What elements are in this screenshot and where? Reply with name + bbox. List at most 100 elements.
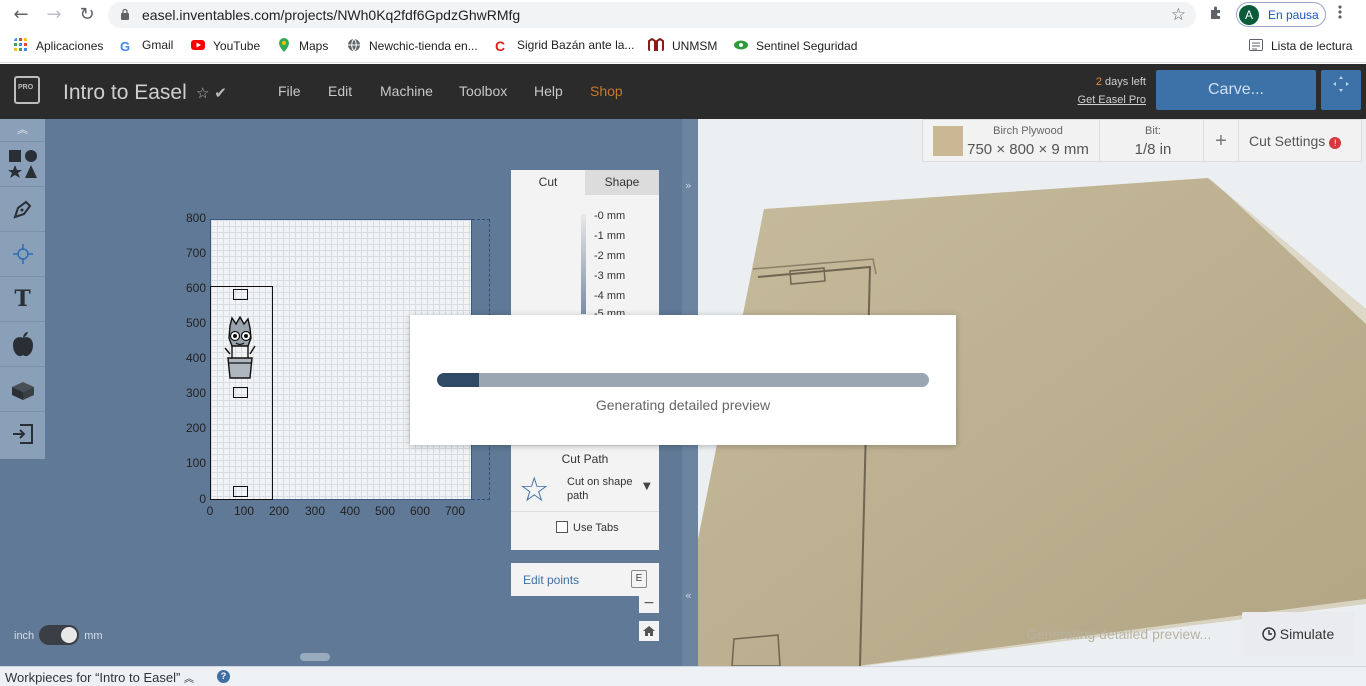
bit-label: Bit: bbox=[1145, 125, 1161, 137]
url-text: easel.inventables.com/projects/NWh0Kq2fd… bbox=[142, 7, 521, 23]
workpieces-bar[interactable]: Workpieces for “Intro to Easel” ︽ ? bbox=[0, 666, 1366, 686]
bookmark-label: Aplicaciones bbox=[36, 39, 104, 53]
star-outline-icon: ☆ bbox=[519, 470, 550, 510]
reload-icon[interactable]: ↻ bbox=[77, 5, 97, 25]
bookmark-sentinel[interactable]: Sentinel Seguridad bbox=[734, 38, 857, 54]
y-axis-tick: 800 bbox=[185, 211, 206, 225]
lock-icon bbox=[121, 8, 129, 20]
tool-sidebar: ︽ T bbox=[0, 119, 45, 459]
menu-toolbox[interactable]: Toolbox bbox=[459, 83, 507, 99]
crosshair-icon bbox=[12, 244, 33, 264]
carve-button[interactable]: Carve... bbox=[1156, 70, 1316, 110]
help-icon[interactable]: ? bbox=[217, 670, 230, 683]
menu-shop[interactable]: Shop bbox=[590, 83, 623, 99]
x-axis-tick: 400 bbox=[339, 504, 361, 518]
depth-label: -2 mm bbox=[594, 250, 626, 262]
import-tool[interactable] bbox=[0, 411, 45, 456]
dropdown-arrow-icon[interactable]: ▼ bbox=[643, 481, 651, 492]
project-title[interactable]: Intro to Easel bbox=[63, 81, 187, 105]
depth-label: -3 mm bbox=[594, 270, 626, 282]
groot-figure-icon[interactable] bbox=[222, 316, 258, 382]
bookmark-apps[interactable]: Aplicaciones bbox=[14, 38, 103, 54]
menu-file[interactable]: File bbox=[278, 83, 301, 99]
use-tabs-checkbox[interactable] bbox=[556, 521, 568, 533]
bookmark-label: Gmail bbox=[142, 38, 174, 52]
menu-help[interactable]: Help bbox=[534, 83, 563, 99]
globe-icon bbox=[348, 38, 360, 52]
preview-status: Generating detailed preview... bbox=[1026, 626, 1212, 642]
browser-menu-icon[interactable] bbox=[1338, 4, 1342, 25]
import-icon bbox=[12, 424, 33, 444]
material-swatch[interactable] bbox=[933, 126, 963, 156]
shapes-tool[interactable] bbox=[0, 141, 45, 186]
bookmark-youtube[interactable]: YouTube bbox=[191, 38, 260, 54]
clock-icon bbox=[1262, 627, 1276, 641]
bit-value[interactable]: 1/8 in bbox=[1105, 141, 1201, 158]
forward-arrow-icon[interactable]: → bbox=[44, 5, 64, 25]
bookmark-gmail[interactable]: G Gmail bbox=[120, 38, 173, 54]
cut-settings-button[interactable]: Cut Settings! bbox=[1249, 133, 1342, 149]
collapse-up-icon[interactable]: ︽ bbox=[0, 119, 45, 141]
material-name[interactable]: Birch Plywood bbox=[967, 125, 1089, 137]
address-bar[interactable]: easel.inventables.com/projects/NWh0Kq2fd… bbox=[108, 2, 1196, 28]
easel-logo[interactable]: PRO bbox=[14, 76, 40, 104]
title-icons: ☆ ✔ bbox=[196, 84, 227, 102]
extensions-puzzle-icon[interactable] bbox=[1208, 5, 1224, 21]
collapse-left-icon[interactable]: « bbox=[685, 589, 692, 602]
y-axis-tick: 100 bbox=[185, 456, 206, 470]
favorite-star-icon[interactable]: ☆ bbox=[196, 84, 209, 102]
tab-shape[interactable]: Shape bbox=[585, 170, 659, 195]
preview-progress-dialog: Generating detailed preview bbox=[410, 315, 956, 445]
eye-icon bbox=[734, 40, 748, 50]
bookmark-label: Sentinel Seguridad bbox=[756, 39, 858, 53]
menu-edit[interactable]: Edit bbox=[328, 83, 352, 99]
x-axis-tick: 100 bbox=[233, 504, 255, 518]
unit-switch[interactable] bbox=[39, 625, 80, 645]
apps-tool[interactable] bbox=[0, 366, 45, 411]
simulate-label: Simulate bbox=[1279, 626, 1335, 642]
depth-label: -1 mm bbox=[594, 230, 626, 242]
icon-library-tool[interactable] bbox=[0, 321, 45, 366]
chevron-up-icon[interactable]: ︽ bbox=[184, 674, 194, 685]
x-axis-tick: 700 bbox=[444, 504, 466, 518]
fullscreen-button[interactable] bbox=[1321, 70, 1361, 110]
text-tool[interactable]: T bbox=[0, 276, 45, 321]
cut-path-section: Cut Path ☆ Cut on shape path ▼ Use Tabs bbox=[511, 445, 659, 550]
pen-tool[interactable] bbox=[0, 186, 45, 231]
edit-points-button[interactable]: Edit points E bbox=[511, 563, 659, 596]
cut-settings-label: Cut Settings bbox=[1249, 133, 1326, 149]
tab-rectangle[interactable] bbox=[233, 289, 248, 300]
home-icon[interactable] bbox=[639, 621, 659, 641]
menu-machine[interactable]: Machine bbox=[380, 83, 433, 99]
get-easel-pro-link[interactable]: Get Easel Pro bbox=[1068, 94, 1146, 106]
bookmark-star-icon[interactable]: ☆ bbox=[1171, 5, 1186, 25]
browser-toolbar: ← → ↻ easel.inventables.com/projects/NWh… bbox=[0, 0, 1366, 30]
tab-rectangle[interactable] bbox=[233, 387, 248, 398]
app-header: PRO Intro to Easel ☆ ✔ File Edit Machine… bbox=[0, 64, 1366, 119]
material-dimensions[interactable]: 750 × 800 × 9 mm bbox=[967, 141, 1089, 158]
y-axis-tick: 400 bbox=[185, 351, 206, 365]
back-arrow-icon[interactable]: ← bbox=[11, 5, 31, 25]
unit-toggle[interactable]: inch mm bbox=[14, 625, 103, 645]
bookmark-maps[interactable]: Maps bbox=[277, 38, 328, 54]
horizontal-scrollbar[interactable] bbox=[300, 653, 330, 661]
depth-slider[interactable] bbox=[581, 214, 586, 314]
target-tool[interactable] bbox=[0, 231, 45, 276]
cut-path-select[interactable]: Cut on shape path bbox=[567, 475, 637, 503]
zoom-out-icon[interactable]: − bbox=[639, 593, 659, 613]
reading-list-button[interactable]: Lista de lectura bbox=[1249, 38, 1352, 54]
progress-message: Generating detailed preview bbox=[595, 397, 771, 413]
unit-mm-label: mm bbox=[84, 630, 103, 642]
x-axis-tick: 300 bbox=[304, 504, 326, 518]
expand-right-icon[interactable]: » bbox=[685, 179, 692, 192]
add-bit-button[interactable]: + bbox=[1203, 120, 1239, 162]
simulate-button[interactable]: Simulate bbox=[1242, 612, 1354, 656]
bookmark-unmsm[interactable]: UNMSM bbox=[648, 38, 717, 54]
edit-points-label: Edit points bbox=[523, 573, 580, 587]
tab-rectangle[interactable] bbox=[233, 486, 248, 497]
bookmark-sigrid[interactable]: C Sigrid Bazán ante la... bbox=[495, 38, 634, 54]
unit-inch-label: inch bbox=[14, 630, 35, 642]
profile-button[interactable]: A En pausa bbox=[1236, 2, 1326, 27]
tab-cut[interactable]: Cut bbox=[511, 170, 585, 195]
bookmark-newchic[interactable]: Newchic-tienda en... bbox=[347, 38, 478, 54]
